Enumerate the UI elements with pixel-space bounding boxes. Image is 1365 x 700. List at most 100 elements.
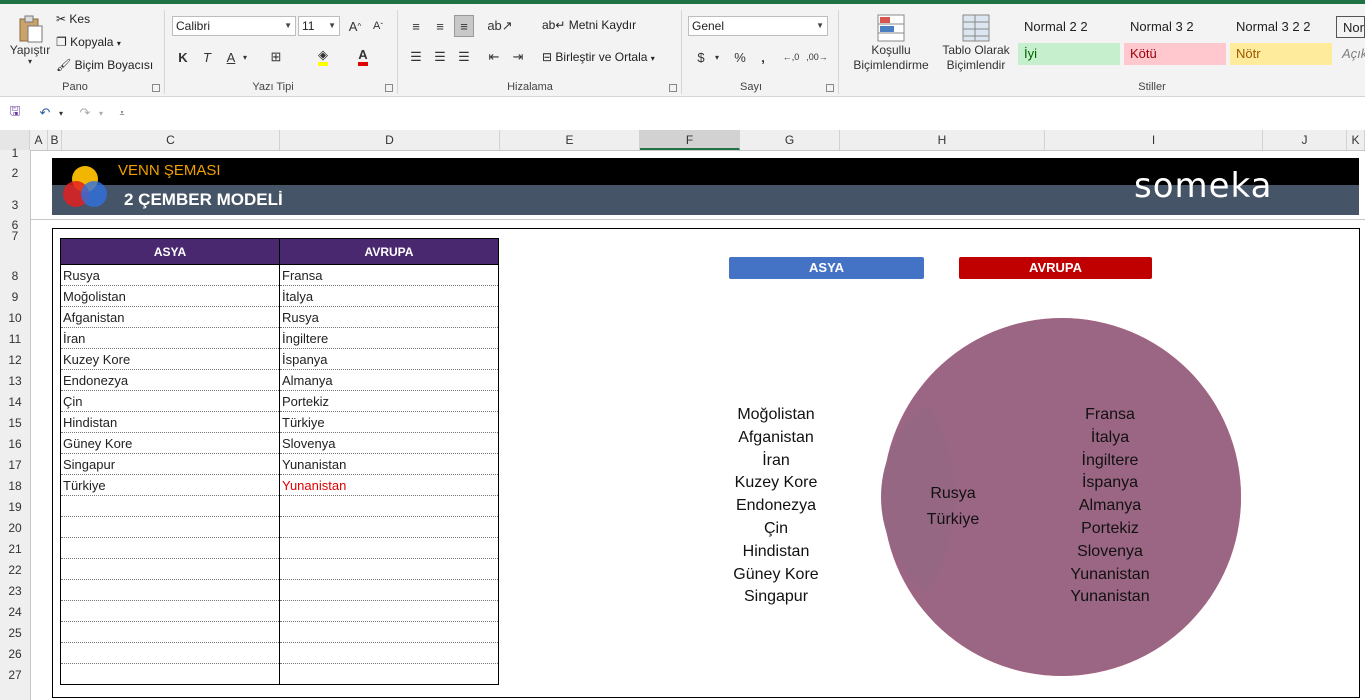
cell-empty[interactable] xyxy=(279,558,499,580)
paste-button[interactable]: Yapıştır ▾ xyxy=(8,10,52,70)
cell-avrupa-duplicate[interactable]: Yunanistan xyxy=(279,474,499,496)
cell-empty[interactable] xyxy=(279,516,499,538)
cell-empty[interactable] xyxy=(279,621,499,643)
cell-asya[interactable]: Kuzey Kore xyxy=(60,348,280,370)
conditional-formatting-button[interactable]: Koşullu Biçimlendirme xyxy=(846,10,936,76)
number-launcher-icon[interactable] xyxy=(826,84,834,92)
cell-avrupa[interactable]: Yunanistan xyxy=(279,453,499,475)
align-left-icon[interactable]: ☰ xyxy=(406,47,426,67)
column-header-selected[interactable]: F xyxy=(640,130,740,150)
cell-avrupa[interactable]: Rusya xyxy=(279,306,499,328)
cell-asya[interactable]: İran xyxy=(60,327,280,349)
underline-button[interactable]: A xyxy=(222,47,240,67)
merge-center-button[interactable]: ⊟ Birleştir ve Ortala ▾ xyxy=(542,50,655,64)
align-top-icon[interactable]: ≡ xyxy=(406,16,426,36)
undo-icon[interactable]: ↶ xyxy=(36,104,54,122)
cell-empty[interactable] xyxy=(60,621,280,643)
style-good[interactable]: İyi xyxy=(1018,43,1120,65)
style-normal-3-2[interactable]: Normal 3 2 xyxy=(1124,16,1226,38)
borders-icon[interactable]: ⊞ xyxy=(266,47,286,67)
format-as-table-button[interactable]: Tablo Olarak Biçimlendir xyxy=(938,10,1014,76)
redo-dropdown-icon[interactable]: ▾ xyxy=(96,104,106,122)
style-explanatory[interactable]: Açık xyxy=(1336,43,1365,65)
percent-icon[interactable]: % xyxy=(730,47,750,67)
style-bad[interactable]: Kötü xyxy=(1124,43,1226,65)
row-header[interactable]: 25 xyxy=(0,626,30,640)
align-bottom-icon[interactable]: ≡ xyxy=(454,15,474,37)
row-header[interactable]: 27 xyxy=(0,668,30,682)
fill-color-icon[interactable]: ◈ xyxy=(312,47,334,67)
align-middle-icon[interactable]: ≡ xyxy=(430,16,450,36)
decrease-decimal-icon[interactable]: ,00→ xyxy=(806,47,828,67)
row-header[interactable]: 26 xyxy=(0,647,30,661)
increase-indent-icon[interactable]: ⇥ xyxy=(508,47,528,67)
row-header[interactable]: 20 xyxy=(0,521,30,535)
column-header[interactable]: J xyxy=(1263,130,1347,150)
cell-empty[interactable] xyxy=(60,663,280,685)
row-header[interactable]: 19 xyxy=(0,500,30,514)
cell-asya[interactable]: Afganistan xyxy=(60,306,280,328)
cut-button[interactable]: ✂ Kes xyxy=(56,12,90,26)
cell-avrupa[interactable]: Fransa xyxy=(279,264,499,286)
wrap-text-button[interactable]: ab↵ Metni Kaydır xyxy=(542,18,636,32)
cell-empty[interactable] xyxy=(279,537,499,559)
row-header[interactable]: 13 xyxy=(0,374,30,388)
column-header[interactable]: C xyxy=(62,130,280,150)
cell-asya[interactable]: Moğolistan xyxy=(60,285,280,307)
align-right-icon[interactable]: ☰ xyxy=(454,47,474,67)
paste-dropdown-icon[interactable]: ▾ xyxy=(28,57,32,66)
alignment-launcher-icon[interactable] xyxy=(669,84,677,92)
row-header[interactable]: 1 xyxy=(0,146,30,160)
row-header[interactable]: 15 xyxy=(0,416,30,430)
column-header[interactable]: D xyxy=(280,130,500,150)
cell-asya[interactable]: Singapur xyxy=(60,453,280,475)
column-header[interactable]: K xyxy=(1347,130,1365,150)
underline-dropdown-icon[interactable]: ▾ xyxy=(240,47,250,67)
cell-avrupa[interactable]: Slovenya xyxy=(279,432,499,454)
clipboard-launcher-icon[interactable] xyxy=(152,84,160,92)
cell-empty[interactable] xyxy=(279,579,499,601)
redo-icon[interactable]: ↷ xyxy=(76,104,94,122)
table-header-avrupa[interactable]: AVRUPA xyxy=(279,238,499,265)
font-size-select[interactable]: 11 ▼ xyxy=(298,16,340,36)
column-header[interactable]: I xyxy=(1045,130,1263,150)
row-header[interactable]: 21 xyxy=(0,542,30,556)
cell-empty[interactable] xyxy=(60,516,280,538)
copy-button[interactable]: ❐ Kopyala ▾ xyxy=(56,35,121,49)
cell-avrupa[interactable]: İngiltere xyxy=(279,327,499,349)
cell-empty[interactable] xyxy=(60,642,280,664)
cell-asya[interactable]: Endonezya xyxy=(60,369,280,391)
cell-empty[interactable] xyxy=(279,663,499,685)
cell-asya[interactable]: Güney Kore xyxy=(60,432,280,454)
style-normal-3-2-2[interactable]: Normal 3 2 2 xyxy=(1230,16,1332,38)
column-header[interactable]: E xyxy=(500,130,640,150)
shrink-font-icon[interactable]: Aˇ xyxy=(368,16,388,36)
style-neutral[interactable]: Nötr xyxy=(1230,43,1332,65)
currency-dropdown-icon[interactable]: ▾ xyxy=(712,47,722,67)
cell-avrupa[interactable]: Almanya xyxy=(279,369,499,391)
font-name-select[interactable]: Calibri ▼ xyxy=(172,16,296,36)
column-header[interactable]: H xyxy=(840,130,1045,150)
row-header[interactable]: 18 xyxy=(0,479,30,493)
cell-asya[interactable]: Hindistan xyxy=(60,411,280,433)
currency-icon[interactable]: $ xyxy=(692,47,710,67)
cell-empty[interactable] xyxy=(60,600,280,622)
row-header[interactable]: 16 xyxy=(0,437,30,451)
bold-button[interactable]: K xyxy=(174,47,192,67)
cell-empty[interactable] xyxy=(60,537,280,559)
column-header[interactable]: A xyxy=(30,130,48,150)
cell-empty[interactable] xyxy=(60,558,280,580)
row-header[interactable]: 10 xyxy=(0,311,30,325)
cell-asya[interactable]: Çin xyxy=(60,390,280,412)
row-header[interactable]: 7 xyxy=(0,229,30,243)
cell-empty[interactable] xyxy=(279,642,499,664)
cell-avrupa[interactable]: İtalya xyxy=(279,285,499,307)
format-painter-button[interactable]: 🖌 Biçim Boyacısı xyxy=(56,58,153,72)
style-normal[interactable]: Nor xyxy=(1336,16,1365,38)
cell-avrupa[interactable]: İspanya xyxy=(279,348,499,370)
row-header[interactable]: 23 xyxy=(0,584,30,598)
comma-style-icon[interactable]: , xyxy=(756,47,770,67)
cell-avrupa[interactable]: Portekiz xyxy=(279,390,499,412)
row-header[interactable]: 24 xyxy=(0,605,30,619)
undo-dropdown-icon[interactable]: ▾ xyxy=(56,104,66,122)
